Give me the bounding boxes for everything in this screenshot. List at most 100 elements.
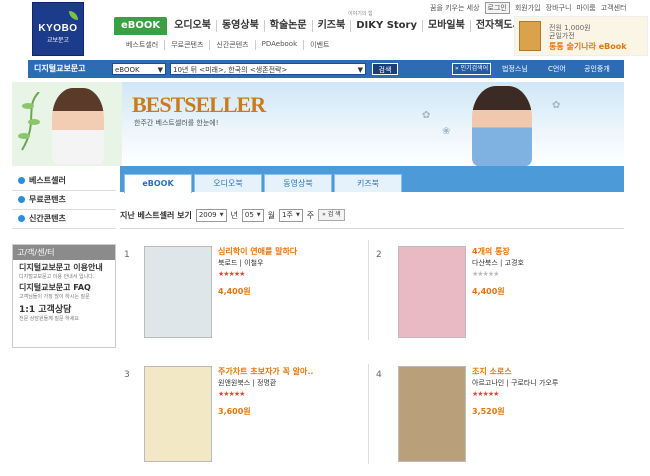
book-cover[interactable] — [144, 246, 212, 338]
rating-stars: ★★★★★ — [472, 390, 499, 398]
search-input[interactable]: 10년 뒤 <미래>, 한국의 <생존전략> ▼ — [170, 63, 366, 75]
week-unit: 주 — [306, 210, 315, 220]
divider — [368, 240, 369, 340]
star-icon: ★★★★★ — [218, 270, 245, 278]
cs-faq-desc: 고객님들이 가장 많이 하시는 질문 — [19, 294, 90, 300]
week-value: 1주 — [282, 210, 293, 219]
cs-consult-desc: 전문 상담원들께 질문 하세요 — [19, 316, 79, 322]
nav-videobook[interactable]: 동영상북 — [217, 20, 265, 32]
subnav-event[interactable]: 이벤트 — [304, 40, 335, 50]
sidebar-item-bestseller[interactable]: 베스트셀러 — [12, 172, 116, 191]
bullet-icon — [18, 196, 25, 203]
chevron-down-icon: ▼ — [219, 211, 224, 218]
sidebar-item-label: 무료콘텐츠 — [29, 195, 66, 204]
book-price: 3,600원 — [218, 407, 251, 416]
model-photo-right — [472, 86, 532, 166]
book-title[interactable]: 주가차트 초보자가 꼭 알아.. — [218, 366, 313, 377]
bestseller-banner: BESTSELLER 한주간 베스트셀러를 한눈에! ✿ ❀ ✿ — [12, 82, 624, 166]
cs-guide-title: 디지털교보문고 이용안내 — [19, 263, 103, 272]
week-select[interactable]: 1주 ▼ — [279, 208, 303, 222]
book-cover[interactable] — [144, 366, 212, 462]
filter-label: 지난 베스트셀러 보기 — [120, 210, 192, 220]
book-rank: 4 — [376, 370, 382, 380]
logo-text: KYOBO — [38, 23, 78, 34]
sidebar-item-label: 베스트셀러 — [29, 176, 66, 185]
star-icon: ★★★★★ — [218, 390, 245, 398]
search-bar: 디지털교보문고 eBOOK ▼ 10년 뒤 <미래>, 한국의 <생존전략> ▼… — [28, 60, 624, 78]
book-price: 3,520원 — [472, 407, 505, 416]
search-query-value: 10년 뒤 <미래>, 한국의 <생존전략> — [173, 66, 288, 74]
book-title[interactable]: 조지 소로스 — [472, 366, 512, 377]
chevron-down-icon: ▼ — [157, 66, 163, 74]
filter-search-label: 검 색 — [327, 211, 341, 218]
bullet-icon — [18, 215, 25, 222]
subnav-pda[interactable]: PDAebook — [256, 40, 305, 50]
cs-consult[interactable]: 1:1 고객상담 전문 상담원들께 질문 하세요 — [13, 300, 115, 322]
nav-mobilebook[interactable]: 모바일북 — [423, 20, 471, 32]
book-rank: 1 — [124, 250, 130, 260]
nav-kidsbook[interactable]: 키즈북 — [313, 20, 352, 32]
chevron-down-icon: ▼ — [256, 211, 261, 218]
cart-link[interactable]: 장바구니 — [546, 3, 572, 13]
customer-center-link[interactable]: 고객센터 — [601, 3, 627, 13]
sidebar-item-free[interactable]: 무료콘텐츠 — [12, 191, 116, 210]
popular-keywords-label[interactable]: » 인기검색어 — [452, 63, 492, 75]
customer-center-title: 고/객/센/터 — [13, 245, 115, 260]
nav-papers[interactable]: 학술논문 — [265, 20, 313, 32]
subnav-new[interactable]: 신간콘텐츠 — [210, 40, 256, 50]
sub-nav: 베스트셀러 무료콘텐츠 신간콘텐츠 PDAebook 이벤트 — [120, 40, 335, 50]
chevron-down-icon: ▼ — [295, 211, 300, 218]
rating-stars: ★★★★★ — [218, 270, 245, 278]
cs-faq-title: 디지털교보문고 FAQ — [19, 283, 91, 292]
keyword-1[interactable]: 법정스님 — [502, 64, 528, 74]
vine-icon — [18, 92, 40, 151]
subnav-free[interactable]: 무료콘텐츠 — [165, 40, 211, 50]
book-meta: 원앤원북스 | 정명환 — [218, 379, 277, 387]
customer-center-box: 고/객/센/터 디지털교보문고 이용안내 디지털교보문고 이용 안내서 입니다.… — [12, 244, 116, 348]
keyword-3[interactable]: 공인중개 — [584, 64, 610, 74]
chevron-down-icon: ▼ — [357, 66, 363, 74]
nav-ebook[interactable]: eBOOK — [114, 17, 168, 35]
cs-guide[interactable]: 디지털교보문고 이용안내 디지털교보문고 이용 안내서 입니다. — [13, 260, 115, 280]
search-category-select[interactable]: eBOOK ▼ — [112, 63, 166, 75]
filter-search-button[interactable]: » 검 색 — [318, 209, 345, 221]
sidebar-item-new[interactable]: 신간콘텐츠 — [12, 210, 116, 229]
tab-videobook[interactable]: 동영상북 — [264, 174, 332, 192]
year-unit: 년 — [230, 210, 238, 220]
utility-links: 꿈을 키우는 세상 로그인 회원가입 장바구니 마이룸 고객센터 — [430, 2, 646, 14]
tab-audiobook[interactable]: 오디오북 — [194, 174, 262, 192]
search-button[interactable]: 검색 — [372, 63, 398, 75]
rating-stars: ★★★★★ — [218, 390, 245, 398]
tab-ebook[interactable]: eBOOK — [124, 174, 192, 193]
search-title: 디지털교보문고 — [34, 64, 86, 73]
butterfly-icon: ✿ — [552, 100, 561, 111]
cs-faq[interactable]: 디지털교보문고 FAQ 고객님들이 가장 많이 하시는 질문 — [13, 280, 115, 300]
myroom-link[interactable]: 마이룸 — [576, 3, 595, 13]
butterfly-icon: ❀ — [442, 126, 451, 137]
year-select[interactable]: 2009 ▼ — [195, 208, 227, 222]
butterfly-icon: ✿ — [422, 110, 431, 121]
promo-line3: 통통 술기나라 eBook — [549, 42, 627, 51]
subnav-bestseller[interactable]: 베스트셀러 — [120, 40, 166, 50]
search-category-value: eBOOK — [115, 66, 140, 74]
book-cover[interactable] — [398, 246, 466, 338]
nav-diky-story[interactable]: DIKY Story — [351, 20, 423, 32]
book-title[interactable]: 심리학이 연애를 말하다 — [218, 246, 297, 257]
cs-consult-title: 1:1 고객상담 — [19, 305, 72, 315]
book-title[interactable]: 4개의 통장 — [472, 246, 510, 257]
cs-guide-desc: 디지털교보문고 이용 안내서 입니다. — [19, 274, 95, 280]
nav-audiobook[interactable]: 오디오북 — [169, 20, 217, 32]
promo-line2: 균일가전 — [549, 32, 575, 40]
month-select[interactable]: 05 ▼ — [241, 208, 264, 222]
popular-keywords-text: 인기검색어 — [460, 65, 489, 72]
tab-kidsbook[interactable]: 키즈북 — [334, 174, 402, 192]
divider — [368, 364, 369, 464]
banner-subtitle: 한주간 베스트셀러를 한눈에! — [134, 119, 219, 127]
join-link[interactable]: 회원가입 — [515, 3, 541, 13]
book-cover[interactable] — [398, 366, 466, 462]
promo-banner[interactable]: 전원 1,000원 균일가전 통통 술기나라 eBook — [514, 16, 648, 56]
book-price: 4,400원 — [472, 287, 505, 296]
kyobo-logo[interactable]: KYOBO 교보문고 — [32, 2, 84, 56]
keyword-2[interactable]: C언어 — [548, 64, 566, 74]
login-button[interactable]: 로그인 — [484, 2, 510, 14]
